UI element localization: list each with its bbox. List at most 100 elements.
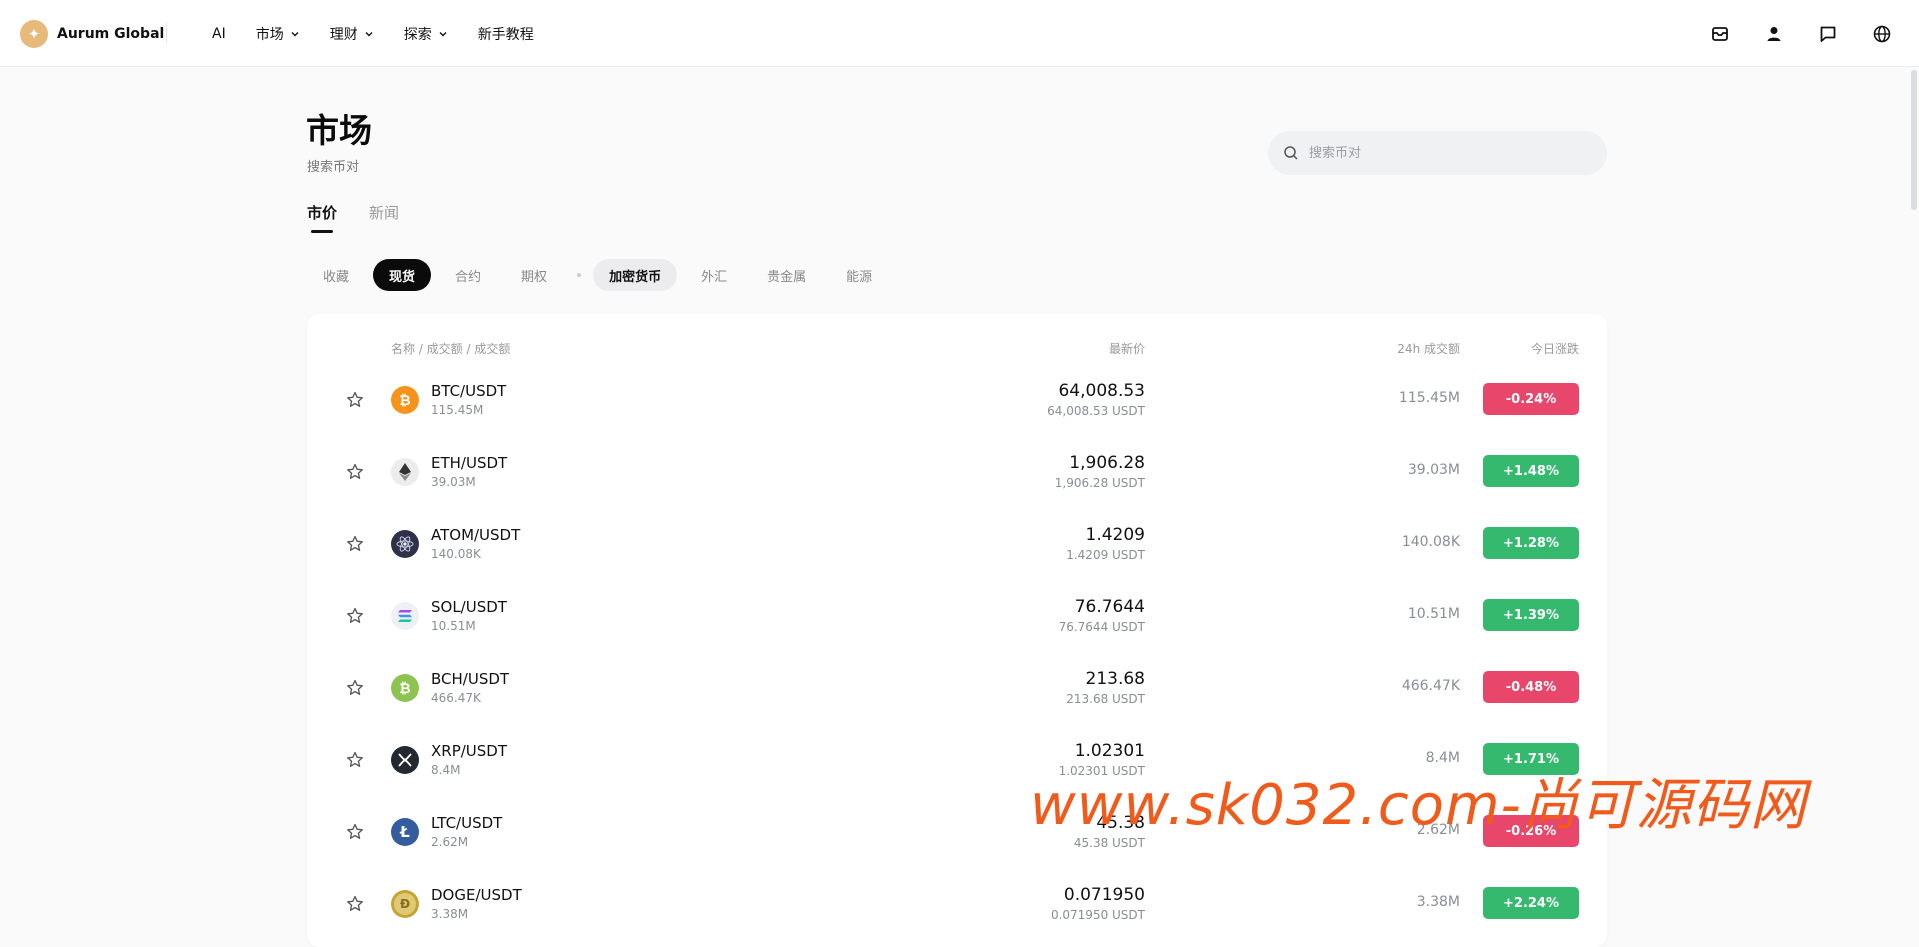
chevron-down-icon (439, 31, 447, 36)
star-icon[interactable] (345, 390, 365, 410)
search-icon (1284, 146, 1298, 160)
filter-separator (577, 273, 582, 277)
star-icon[interactable] (345, 894, 365, 914)
change-badge[interactable]: +1.28% (1483, 527, 1579, 559)
brand-name: Aurum Global (57, 26, 165, 42)
volume-24h: 466.47K (1401, 678, 1460, 694)
last-price: 213.68 (1085, 669, 1145, 689)
filter-futures[interactable]: 合约 (439, 259, 497, 291)
table-row[interactable]: ₿ BCH/USDT 466.47K 213.68 213.68 USDT 46… (307, 652, 1607, 724)
nav-item-label: 探索 (403, 26, 432, 43)
tab-market-price[interactable]: 市价 (307, 202, 337, 233)
chat-icon[interactable] (1817, 23, 1839, 45)
page-subtitle: 搜索币对 (307, 160, 360, 175)
globe-icon[interactable] (1871, 23, 1893, 45)
brand-divider (166, 23, 167, 43)
star-icon[interactable] (345, 750, 365, 770)
search-box[interactable] (1268, 131, 1607, 175)
chevron-down-icon (365, 31, 373, 36)
filter-favorites[interactable]: 收藏 (307, 259, 365, 291)
filter-precious-metals[interactable]: 贵金属 (751, 259, 822, 291)
star-icon[interactable] (345, 678, 365, 698)
pair-name: BCH/USDT (431, 670, 510, 688)
table-row[interactable]: SOL/USDT 10.51M 76.7644 76.7644 USDT 10.… (307, 580, 1607, 652)
chevron-down-icon (291, 31, 299, 36)
last-price: 64,008.53 (1058, 381, 1145, 401)
filter-options[interactable]: 期权 (505, 259, 563, 291)
filter-chips: 收藏 现货 合约 期权 加密货币 外汇 贵金属 能源 (307, 259, 896, 291)
inbox-icon[interactable] (1709, 23, 1731, 45)
nav-item-finance[interactable]: 理财 (330, 24, 374, 44)
last-price-usdt: 1.4209 USDT (1066, 548, 1145, 562)
pair-volume: 10.51M (431, 619, 476, 633)
table-row[interactable]: Ð DOGE/USDT 3.38M 0.071950 0.071950 USDT… (307, 868, 1607, 940)
main-nav: AI 市场 理财 探索 新手教程 (212, 0, 564, 67)
sol-icon (391, 602, 419, 630)
user-icon[interactable] (1763, 23, 1785, 45)
doge-icon: Ð (391, 890, 419, 918)
nav-item-explore[interactable]: 探索 (404, 24, 448, 44)
last-price-usdt: 213.68 USDT (1066, 692, 1145, 706)
change-badge[interactable]: -0.48% (1483, 671, 1579, 703)
pair-volume: 3.38M (431, 907, 469, 921)
table-row[interactable]: ₿ BTC/USDT 115.45M 64,008.53 64,008.53 U… (307, 364, 1607, 436)
filter-forex[interactable]: 外汇 (685, 259, 743, 291)
filter-energy[interactable]: 能源 (830, 259, 888, 291)
nav-item-label: AI (212, 25, 226, 42)
page-title: 市场 (306, 111, 372, 150)
filter-spot[interactable]: 现货 (373, 259, 432, 291)
nav-item-label: 理财 (329, 26, 358, 43)
last-price: 76.7644 (1074, 597, 1145, 617)
nav-item-market[interactable]: 市场 (256, 24, 300, 44)
last-price: 1.4209 (1085, 525, 1145, 545)
pair-volume: 140.08K (431, 547, 481, 561)
eth-icon (391, 458, 419, 486)
scrollbar[interactable] (1911, 70, 1917, 210)
change-badge[interactable]: -0.24% (1483, 383, 1579, 415)
last-price: 1.02301 (1074, 741, 1145, 761)
watermark-text: www.sk032.com-尚可源码网 (1030, 773, 1807, 838)
tab-news[interactable]: 新闻 (369, 202, 399, 232)
star-icon[interactable] (345, 534, 365, 554)
bch-icon: ₿ (391, 674, 419, 702)
nav-item-tutorial[interactable]: 新手教程 (478, 24, 534, 44)
volume-24h: 39.03M (1407, 462, 1460, 478)
table-row[interactable]: ATOM/USDT 140.08K 1.4209 1.4209 USDT 140… (307, 508, 1607, 580)
last-price-usdt: 76.7644 USDT (1058, 620, 1145, 634)
header-change: 今日涨跌 (1530, 342, 1579, 356)
pair-volume: 39.03M (431, 475, 476, 489)
filter-crypto[interactable]: 加密货币 (593, 259, 678, 291)
pair-name: ATOM/USDT (431, 526, 521, 544)
pair-name: XRP/USDT (431, 742, 508, 760)
pair-volume: 466.47K (431, 691, 481, 705)
nav-item-ai[interactable]: AI (212, 26, 226, 42)
xrp-icon (391, 746, 419, 774)
star-icon[interactable] (345, 606, 365, 626)
volume-24h: 115.45M (1398, 390, 1460, 406)
header-volume: 24h 成交额 (1397, 342, 1460, 356)
change-badge[interactable]: +1.48% (1483, 455, 1579, 487)
table-row[interactable]: ETH/USDT 39.03M 1,906.28 1,906.28 USDT 3… (307, 436, 1607, 508)
btc-icon: ₿ (391, 386, 419, 414)
volume-24h: 3.38M (1416, 894, 1460, 910)
change-badge[interactable]: +2.24% (1483, 887, 1579, 919)
tabs: 市价 新闻 (307, 202, 431, 233)
nav-item-label: 市场 (255, 26, 284, 43)
atom-icon (391, 530, 419, 558)
star-icon[interactable] (345, 462, 365, 482)
pair-volume: 8.4M (431, 763, 461, 777)
search-input[interactable] (1307, 144, 1591, 162)
pair-volume: 2.62M (431, 835, 469, 849)
last-price: 0.071950 (1063, 885, 1145, 905)
volume-24h: 10.51M (1407, 606, 1460, 622)
star-icon[interactable] (345, 822, 365, 842)
pair-volume: 115.45M (431, 403, 484, 417)
pair-name: DOGE/USDT (431, 886, 522, 904)
change-badge[interactable]: +1.39% (1483, 599, 1579, 631)
pair-name: LTC/USDT (431, 814, 503, 832)
brand[interactable]: ✦ Aurum Global (20, 20, 164, 48)
last-price-usdt: 1,906.28 USDT (1054, 476, 1145, 490)
brand-logo-icon: ✦ (20, 20, 48, 48)
top-icons (1677, 0, 1893, 67)
market-table: 名称 / 成交额 / 成交额 最新价 24h 成交额 今日涨跌 ₿ BTC/US… (307, 314, 1607, 947)
